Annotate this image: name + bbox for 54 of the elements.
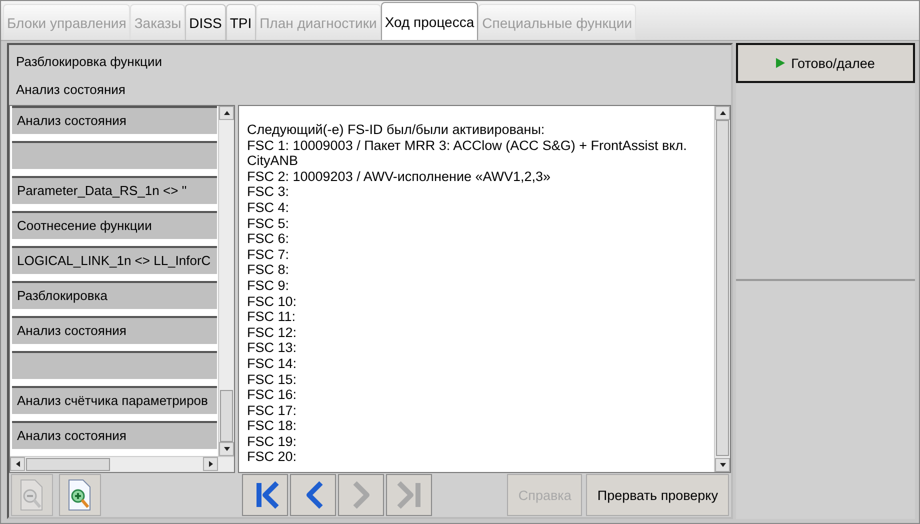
down-arrow-icon[interactable] (718, 461, 726, 469)
output-line: FSC 20: (247, 449, 298, 466)
step-item[interactable]: Анализ счётчика параметриров (12, 388, 217, 414)
output-line: FSC 2: 10009203 / AWV-исполнение «AWV1,2,3» (247, 168, 552, 184)
output-line: FSC 9: (247, 278, 290, 294)
zoom-in-button[interactable] (59, 474, 101, 516)
action-button[interactable]: Прервать проверку (586, 474, 729, 516)
scroll-thumb[interactable] (716, 120, 729, 456)
play-icon (776, 58, 786, 68)
next-button[interactable]: Готово/далее (736, 43, 915, 83)
output-line: FSC 12: (247, 324, 298, 340)
output-line: FSC 15: (247, 372, 298, 388)
step-item[interactable]: Разблокировка (12, 283, 217, 309)
tab[interactable]: TPI (226, 4, 256, 40)
procedure-subtitle: Анализ состояния (16, 81, 126, 99)
output-line: FSC 10: (247, 294, 298, 310)
procedure-title: Разблокировка функции (16, 53, 163, 71)
vertical-scrollbar[interactable] (218, 106, 234, 456)
step-item[interactable]: Анализ состояния (12, 108, 217, 134)
horizontal-scrollbar[interactable] (10, 456, 234, 472)
scroll-thumb[interactable] (26, 458, 110, 471)
step-item[interactable]: LOGICAL_LINK_1n <> LL_InforC (12, 248, 217, 274)
output-line: FSC 14: (247, 356, 298, 372)
scroll-thumb[interactable] (220, 390, 233, 442)
output-line: FSC 1: 10009003 / Пакет MRR 3: ACClow (ACC S&G) + FrontAssist вкл. (247, 138, 688, 154)
output-textbox[interactable] (238, 105, 731, 473)
output-line: FSC 4: (247, 200, 290, 216)
output-line: FSC 7: (247, 246, 290, 262)
up-arrow-icon[interactable] (718, 109, 726, 117)
output-line: FSC 8: (247, 262, 290, 278)
output-line: FSC 19: (247, 434, 298, 450)
output-line: FSC 6: (247, 231, 290, 247)
step-item[interactable]: Parameter_Data_RS_1n <> '' (12, 178, 217, 204)
output-line: FSC 17: (247, 402, 298, 418)
output-line: FSC 5: (247, 216, 290, 232)
output-line: FSC 16: (247, 387, 298, 403)
step-item[interactable]: Анализ состояния (12, 318, 217, 344)
right-arrow-icon[interactable] (206, 460, 214, 468)
step-item[interactable]: Анализ состояния (12, 423, 217, 449)
first-button[interactable] (242, 474, 288, 516)
tab[interactable]: DISS (185, 4, 226, 40)
step-item[interactable]: Соотнесение функции (12, 213, 217, 239)
output-line: FSC 13: (247, 340, 298, 356)
output-line: FSC 3: (247, 184, 290, 200)
output-line: CityANB (247, 153, 300, 169)
left-arrow-icon[interactable] (14, 460, 22, 468)
up-arrow-icon[interactable] (222, 109, 230, 117)
output-line: Следующий(-е) FS-ID был/были активированы: (247, 122, 546, 138)
output-line: FSC 18: (247, 418, 298, 434)
tab[interactable]: Ход процесса (380, 2, 478, 40)
vertical-scrollbar[interactable] (714, 106, 730, 472)
down-arrow-icon[interactable] (222, 445, 230, 453)
previous-button[interactable] (290, 474, 336, 516)
output-line: FSC 11: (247, 309, 297, 325)
